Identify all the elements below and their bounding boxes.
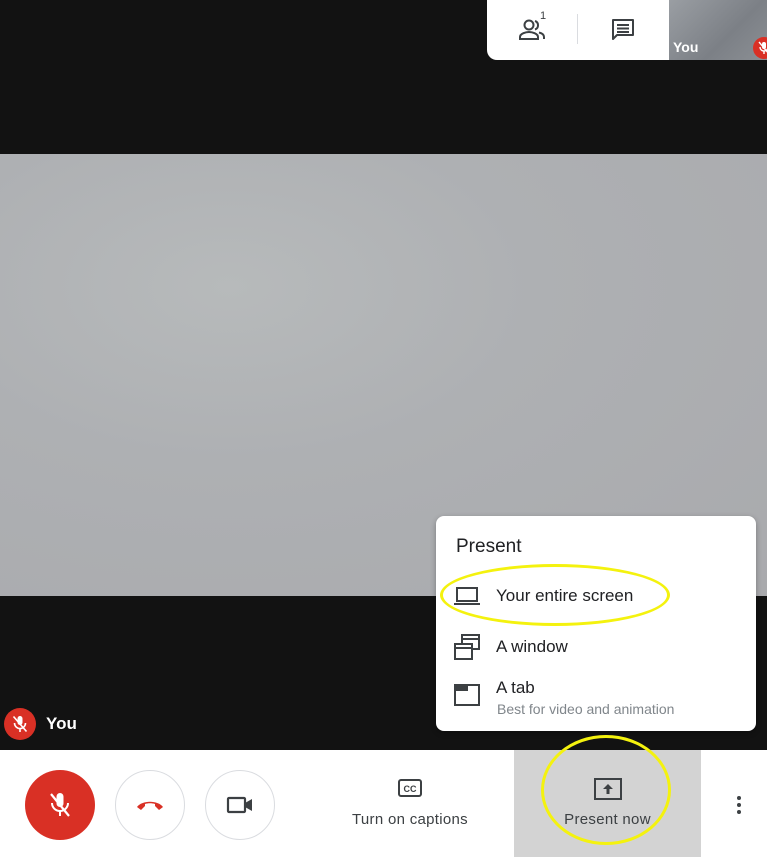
svg-text:CC: CC: [404, 784, 417, 794]
chat-button[interactable]: [603, 12, 643, 48]
people-button[interactable]: 1: [513, 10, 553, 48]
captions-label: Turn on captions: [352, 811, 468, 828]
more-options-button[interactable]: [724, 788, 754, 822]
top-right-panel: 1: [487, 0, 669, 60]
self-view-thumbnail[interactable]: You: [669, 0, 767, 60]
menu-item-entire-screen[interactable]: Your entire screen: [436, 574, 756, 620]
camera-button[interactable]: [205, 770, 275, 840]
camera-icon: [226, 796, 252, 814]
microphone-button[interactable]: [25, 770, 95, 840]
tab-icon: [452, 680, 482, 710]
menu-item-window[interactable]: A window: [436, 624, 756, 670]
menu-item-label: Your entire screen: [496, 586, 634, 605]
closed-captions-icon: CC: [398, 779, 422, 797]
people-count: 1: [540, 10, 547, 22]
window-icon: [452, 632, 482, 662]
phone-hangup-icon: [137, 801, 163, 810]
mic-off-icon: [4, 708, 36, 740]
panel-divider: [577, 14, 578, 44]
present-screen-icon: [594, 778, 622, 800]
hang-up-button[interactable]: [115, 770, 185, 840]
present-now-button[interactable]: Present now: [514, 750, 701, 857]
present-now-label: Present now: [564, 811, 651, 828]
mic-off-icon: [753, 37, 767, 59]
chat-icon: [612, 19, 634, 40]
self-view-name: You: [673, 39, 699, 55]
participant-label: You: [4, 708, 77, 740]
menu-item-subtitle: Best for video and animation: [497, 701, 675, 717]
bottom-control-bar: CC Turn on captions Present now: [0, 750, 767, 857]
captions-button[interactable]: CC Turn on captions: [335, 750, 485, 857]
present-menu: Present Your entire screen A window A ta…: [436, 516, 756, 731]
participant-name: You: [46, 714, 77, 733]
menu-item-label: A tab: [496, 678, 535, 697]
mic-off-icon: [50, 793, 70, 817]
present-menu-title: Present: [456, 536, 522, 557]
more-vert-icon: [737, 796, 741, 800]
menu-item-label: A window: [496, 637, 568, 656]
laptop-icon: [452, 581, 482, 611]
menu-item-tab[interactable]: A tab Best for video and animation: [436, 674, 756, 730]
